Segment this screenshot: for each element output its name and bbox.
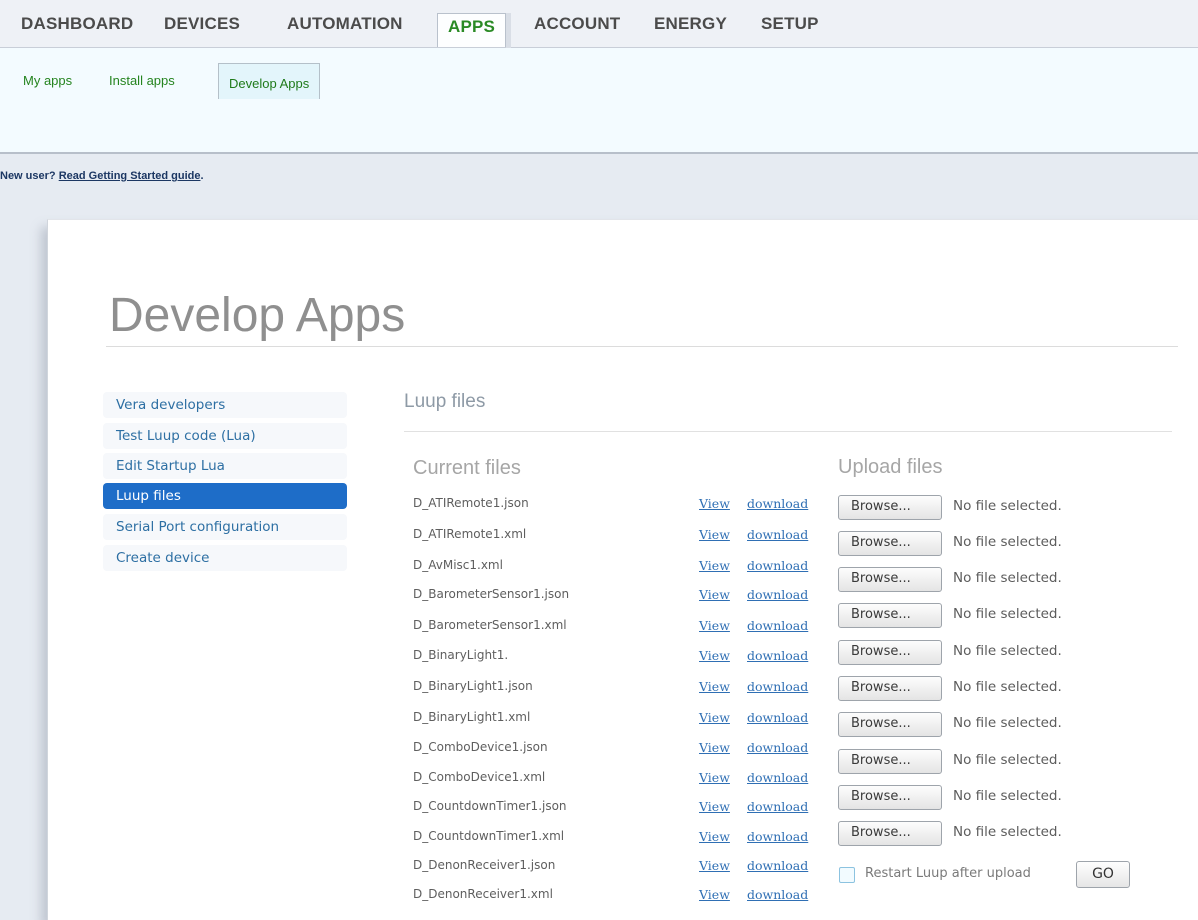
file-name: D_CountdownTimer1.xml [413, 829, 565, 843]
menu-item-serial-port-configuration[interactable]: Serial Port configuration [103, 514, 347, 540]
menu-item-luup-files[interactable]: Luup files [103, 483, 347, 509]
view-link[interactable]: View [699, 679, 730, 694]
view-link[interactable]: View [699, 799, 730, 814]
getting-started-link[interactable]: Read Getting Started guide [59, 170, 201, 182]
tab-dashboard[interactable]: DASHBOARD [21, 14, 133, 38]
file-name: D_ComboDevice1.xml [413, 770, 546, 784]
tab-devices[interactable]: DEVICES [164, 14, 240, 38]
no-file-selected-text: No file selected. [953, 643, 1062, 659]
file-name: D_ComboDevice1.json [413, 740, 548, 754]
current-files-heading: Current files [413, 457, 521, 479]
upload-files-heading: Upload files [838, 456, 943, 478]
download-link[interactable]: download [747, 558, 808, 573]
sub-navigation: My apps Install apps Develop Apps [0, 48, 1198, 154]
browse-button[interactable]: Browse... [838, 712, 942, 737]
subtab-develop-apps[interactable]: Develop Apps [218, 63, 321, 99]
view-link[interactable]: View [699, 710, 730, 725]
file-name: D_BinaryLight1.json [413, 679, 533, 693]
view-link[interactable]: View [699, 770, 730, 785]
title-divider [106, 346, 1178, 347]
view-link[interactable]: View [699, 648, 730, 663]
new-user-notice: New user? Read Getting Started guide. [0, 170, 204, 182]
tab-automation[interactable]: AUTOMATION [287, 14, 403, 38]
file-name: D_CountdownTimer1.json [413, 799, 567, 813]
new-user-suffix: . [200, 170, 204, 182]
browse-button[interactable]: Browse... [838, 567, 942, 592]
subtab-install-apps[interactable]: Install apps [109, 73, 175, 88]
tab-apps[interactable]: APPS [437, 13, 512, 49]
download-link[interactable]: download [747, 829, 808, 844]
subtab-my-apps[interactable]: My apps [23, 73, 72, 88]
browse-button[interactable]: Browse... [838, 603, 942, 628]
download-link[interactable]: download [747, 618, 808, 633]
browse-button[interactable]: Browse... [838, 640, 942, 665]
no-file-selected-text: No file selected. [953, 570, 1062, 586]
file-name: D_AvMisc1.xml [413, 558, 503, 572]
download-link[interactable]: download [747, 799, 808, 814]
tab-energy[interactable]: ENERGY [654, 14, 727, 38]
download-link[interactable]: download [747, 710, 808, 725]
view-link[interactable]: View [699, 740, 730, 755]
no-file-selected-text: No file selected. [953, 788, 1062, 804]
file-name: D_BinaryLight1. [413, 648, 509, 662]
menu-item-vera-developers[interactable]: Vera developers [103, 392, 347, 418]
new-user-prefix: New user? [0, 170, 59, 182]
view-link[interactable]: View [699, 527, 730, 542]
browse-button[interactable]: Browse... [838, 821, 942, 846]
tab-account[interactable]: ACCOUNT [534, 14, 620, 38]
no-file-selected-text: No file selected. [953, 534, 1062, 550]
download-link[interactable]: download [747, 648, 808, 663]
download-link[interactable]: download [747, 740, 808, 755]
download-link[interactable]: download [747, 887, 808, 902]
download-link[interactable]: download [747, 527, 808, 542]
menu-item-create-device[interactable]: Create device [103, 545, 347, 571]
download-link[interactable]: download [747, 679, 808, 694]
file-name: D_BarometerSensor1.json [413, 587, 570, 601]
tab-setup[interactable]: SETUP [761, 14, 819, 38]
file-name: D_ATIRemote1.json [413, 496, 529, 510]
view-link[interactable]: View [699, 558, 730, 573]
download-link[interactable]: download [747, 587, 808, 602]
go-button[interactable]: GO [1076, 861, 1130, 888]
view-link[interactable]: View [699, 618, 730, 633]
download-link[interactable]: download [747, 496, 808, 511]
browse-button[interactable]: Browse... [838, 676, 942, 701]
left-menu: Vera developers Test Luup code (Lua) Edi… [103, 392, 347, 576]
file-name: D_DenonReceiver1.xml [413, 887, 553, 901]
file-name: D_BinaryLight1.xml [413, 710, 531, 724]
no-file-selected-text: No file selected. [953, 606, 1062, 622]
no-file-selected-text: No file selected. [953, 679, 1062, 695]
download-link[interactable]: download [747, 770, 808, 785]
browse-button[interactable]: Browse... [838, 495, 942, 520]
view-link[interactable]: View [699, 496, 730, 511]
browse-button[interactable]: Browse... [838, 531, 942, 556]
restart-luup-checkbox[interactable] [839, 867, 855, 883]
no-file-selected-text: No file selected. [953, 498, 1062, 514]
view-link[interactable]: View [699, 587, 730, 602]
view-link[interactable]: View [699, 887, 730, 902]
file-name: D_BarometerSensor1.xml [413, 618, 567, 632]
restart-luup-row: Restart Luup after upload GO [838, 861, 1138, 889]
page-title: Develop Apps [109, 289, 406, 342]
no-file-selected-text: No file selected. [953, 715, 1062, 731]
file-name: D_DenonReceiver1.json [413, 858, 556, 872]
menu-item-edit-startup-lua[interactable]: Edit Startup Lua [103, 453, 347, 479]
section-title: Luup files [404, 391, 486, 412]
browse-button[interactable]: Browse... [838, 785, 942, 810]
top-navigation: DASHBOARD DEVICES AUTOMATION APPS ACCOUN… [0, 0, 1198, 49]
section-divider [404, 431, 1172, 432]
restart-luup-label: Restart Luup after upload [865, 866, 1031, 881]
file-name: D_ATIRemote1.xml [413, 527, 527, 541]
no-file-selected-text: No file selected. [953, 752, 1062, 768]
browse-button[interactable]: Browse... [838, 749, 942, 774]
no-file-selected-text: No file selected. [953, 824, 1062, 840]
download-link[interactable]: download [747, 858, 808, 873]
menu-item-test-luup-code[interactable]: Test Luup code (Lua) [103, 423, 347, 449]
view-link[interactable]: View [699, 858, 730, 873]
view-link[interactable]: View [699, 829, 730, 844]
